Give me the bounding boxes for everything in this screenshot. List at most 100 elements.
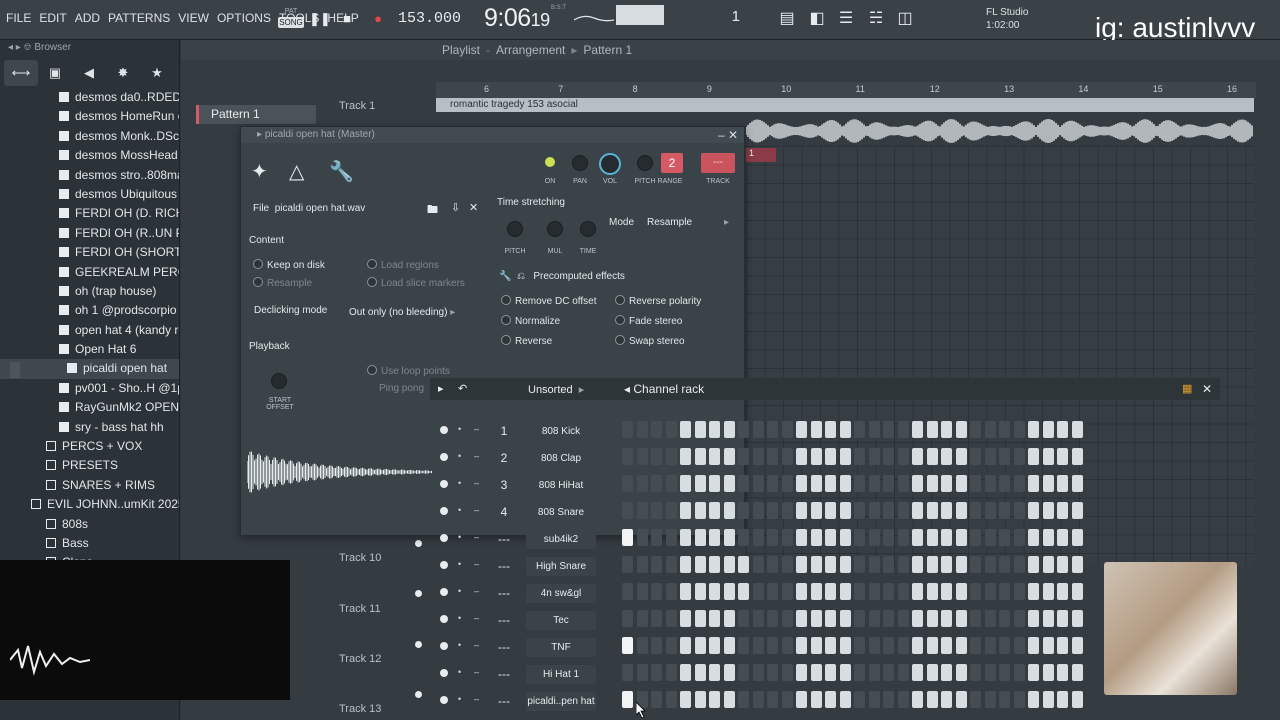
grid-icon[interactable]: ▦ [1182,382,1192,395]
step-button[interactable] [738,502,749,519]
mixer-track-number[interactable]: --- [494,559,514,573]
step-button[interactable] [839,502,851,519]
step-button[interactable] [665,664,677,681]
ts-time-knob[interactable] [580,221,596,237]
browser-icon[interactable]: ◫ [894,8,916,30]
step-button[interactable] [984,448,996,465]
remove-dc-radio[interactable]: Remove DC offset [501,295,597,307]
step-button[interactable] [1057,583,1068,600]
timeline-ruler[interactable]: 6 7 8 9 10 11 12 13 14 15 16 [436,82,1256,98]
mixer-track-box[interactable]: --- [701,153,735,173]
step-button[interactable] [738,556,749,573]
step-button[interactable] [926,448,938,465]
step-button[interactable] [665,691,677,708]
playlist-icon[interactable]: ▤ [776,8,798,30]
step-button[interactable] [926,691,938,708]
step-button[interactable] [1013,448,1025,465]
step-button[interactable] [752,529,764,546]
step-button[interactable] [984,691,996,708]
step-button[interactable] [680,583,691,600]
mixer-track-number[interactable]: --- [494,613,514,627]
channel-pan-knob[interactable]: • [458,667,464,679]
channel-mute-led[interactable] [440,588,448,596]
browser-folder[interactable]: PERCS + VOX [0,437,179,456]
step-button[interactable] [839,421,851,438]
step-button[interactable] [999,637,1010,654]
step-button[interactable] [1057,556,1068,573]
step-button[interactable] [781,691,793,708]
step-button[interactable] [999,556,1010,573]
browser-scroll-marker[interactable] [10,362,20,378]
step-button[interactable] [709,583,720,600]
step-button[interactable] [810,583,822,600]
step-button[interactable] [665,448,677,465]
step-button[interactable] [941,664,952,681]
step-button[interactable] [854,637,865,654]
step-button[interactable] [854,421,865,438]
channel-rack-icon[interactable]: ☰ [835,8,857,30]
step-button[interactable] [781,529,793,546]
browser-folder[interactable]: EVIL JOHNN..umKit 2025) [0,495,179,514]
step-button[interactable] [1013,691,1025,708]
start-offset-knob[interactable] [271,373,287,389]
step-button[interactable] [984,583,996,600]
keep-on-disk-radio[interactable]: Keep on disk [253,259,325,271]
step-button[interactable] [926,475,938,492]
envelope-icon[interactable]: △ [289,159,304,184]
mixer-track-number[interactable]: --- [494,640,514,654]
pat-song-switch[interactable]: PAT SONG [278,6,304,32]
step-button[interactable] [752,664,764,681]
step-button[interactable] [941,691,952,708]
step-button[interactable] [622,529,633,546]
sampler-titlebar[interactable]: ▸ picaldi open hat (Master) [241,127,744,143]
step-button[interactable] [709,502,720,519]
load-regions-radio[interactable]: Load regions [367,259,439,271]
step-button[interactable] [955,637,967,654]
step-button[interactable] [680,448,691,465]
step-button[interactable] [984,529,996,546]
step-button[interactable] [825,502,836,519]
step-button[interactable] [796,664,807,681]
step-button[interactable] [970,529,981,546]
file-name[interactable]: picaldi open hat.wav [275,203,366,214]
channel-name-button[interactable]: 808 Kick [526,422,596,441]
step-button[interactable] [897,556,909,573]
step-button[interactable] [709,421,720,438]
step-button[interactable] [984,421,996,438]
step-button[interactable] [897,637,909,654]
channel-mute-led[interactable] [440,561,448,569]
pattern-picker[interactable]: Pattern 1 [196,105,316,124]
step-button[interactable] [839,448,851,465]
normalize-radio[interactable]: Normalize [501,315,560,327]
step-button[interactable] [912,475,923,492]
step-button[interactable] [970,556,981,573]
step-button[interactable] [752,691,764,708]
step-button[interactable] [738,583,749,600]
step-button[interactable] [883,421,894,438]
step-button[interactable] [767,610,778,627]
channel-vol-knob[interactable]: – [474,586,480,598]
browser-file[interactable]: FERDI OH (SHORTY) [0,243,179,262]
mixer-track-number[interactable]: 1 [494,424,514,438]
step-button[interactable] [970,502,981,519]
step-button[interactable] [854,502,865,519]
step-button[interactable] [1028,691,1039,708]
track-label[interactable]: Track 12 [339,653,381,665]
step-button[interactable] [825,475,836,492]
browser-file[interactable]: pv001 - Sho..H @1phoenix [0,379,179,398]
step-button[interactable] [883,556,894,573]
step-button[interactable] [810,610,822,627]
step-button[interactable] [883,610,894,627]
channel-pan-knob[interactable]: • [458,478,464,490]
sample-settings-icon[interactable]: ✦ [251,159,268,184]
menu-add[interactable]: ADD [75,11,100,25]
browser-file[interactable]: RayGunMk2 OPEN HAT [0,398,179,417]
step-button[interactable] [1013,529,1025,546]
step-button[interactable] [999,610,1010,627]
step-button[interactable] [1028,475,1039,492]
step-button[interactable] [897,691,909,708]
channel-vol-knob[interactable]: – [474,424,480,436]
use-loop-radio[interactable]: Use loop points [367,365,450,377]
step-button[interactable] [897,421,909,438]
track-label[interactable]: Track 10 [339,552,381,564]
